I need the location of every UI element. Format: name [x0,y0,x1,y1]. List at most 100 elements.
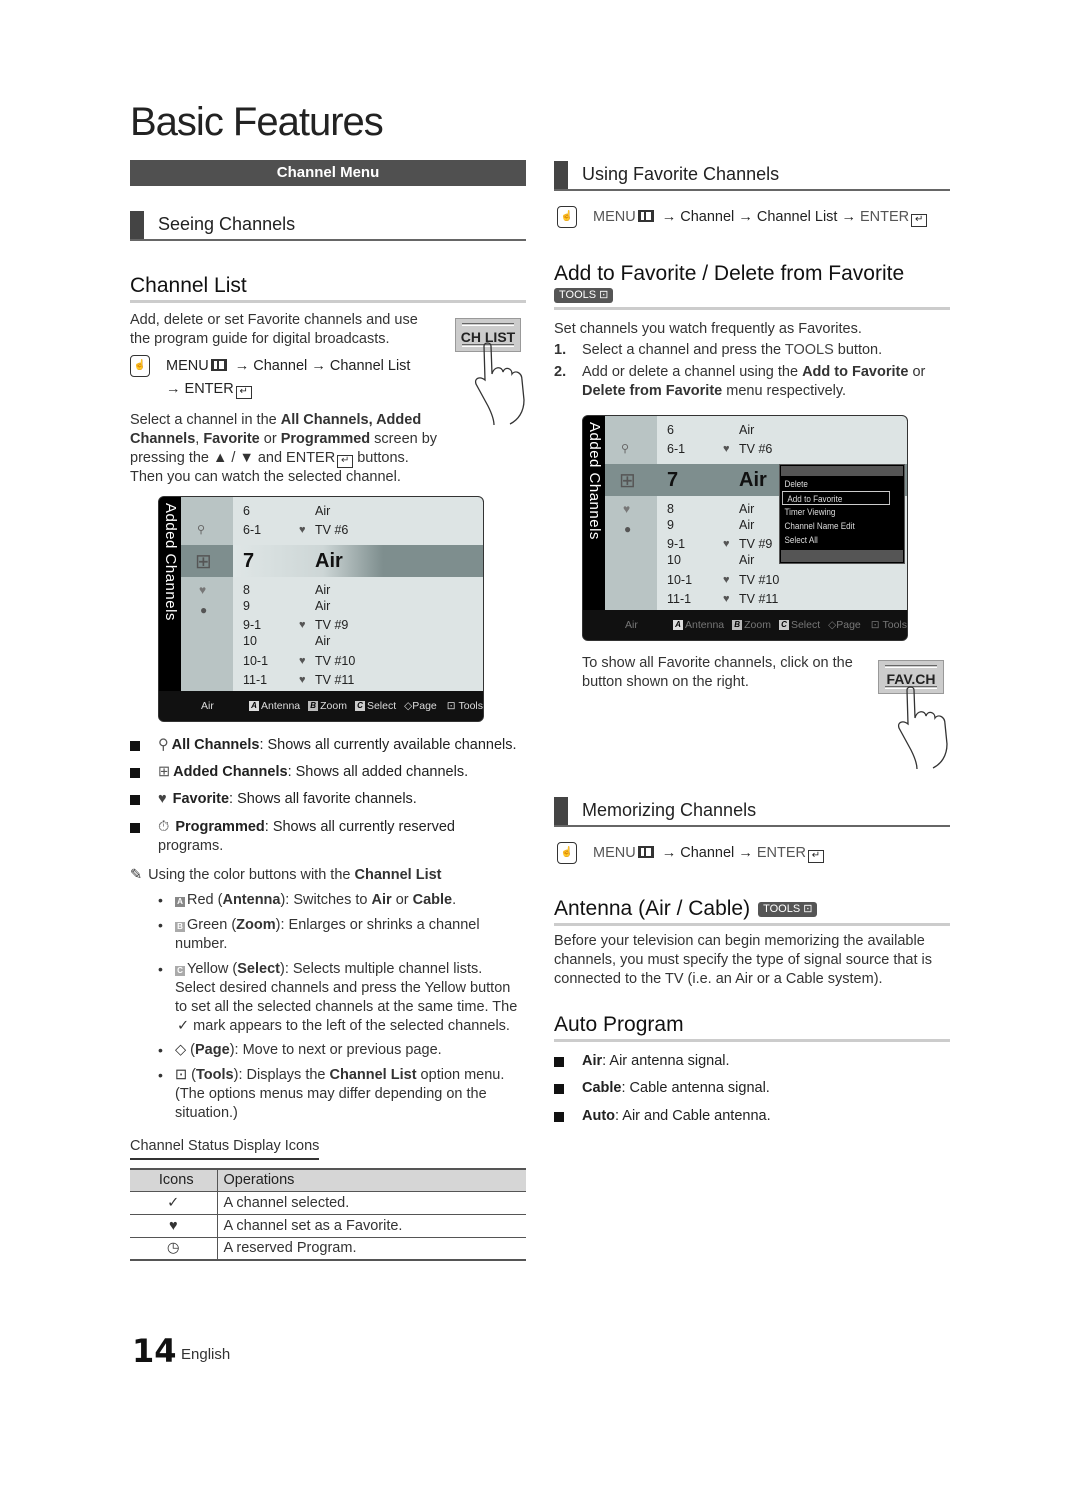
intro-line: Add, delete or set Favorite channels and… [130,312,418,328]
page-key[interactable]: ◇ Page [404,700,437,712]
section-using-favorite: Using Favorite Channels [554,159,950,191]
item-name: Air [582,1053,603,1069]
antenna-heading: Antenna (Air / Cable) [554,897,751,920]
all-channels-icon: ⚲ [197,524,206,536]
text: connected to the TV (i.e. an Air or a Ca… [554,971,883,987]
zoom-key[interactable]: B Zoom [308,700,347,712]
arrow: → [841,209,856,225]
channel-number: 6-1 [243,523,262,537]
text-bold: Channels [130,431,196,447]
antenna-key[interactable]: A Antenna [673,619,724,631]
checkmark-icon: ✓ [130,1191,218,1215]
favorite-heart-icon [299,582,315,598]
popup-menu-item[interactable]: Channel Name Edit [780,519,892,533]
text-bold: Tools [196,1067,234,1083]
favorite-heart-icon: ♥ [299,674,306,686]
favorite-heart-icon: ♥ [723,574,730,586]
popup-menu-item[interactable]: Select All [780,533,892,547]
select-key[interactable]: C Select [354,700,396,712]
menu-path-favorite: ☝ MENU → Channel → Channel List → ENTER ↵ [557,206,928,229]
channel-row[interactable]: 9 Air [243,598,330,614]
note-green: • B Green (Zoom): Enlarges or shrinks a ch… [158,916,530,954]
popup-menu-item[interactable]: Add to Favorite [782,491,890,505]
text: or [391,892,413,908]
item-desc: : Cable antenna signal. [621,1080,770,1096]
channel-row[interactable]: 10-1 ♥ TV #10 [243,653,355,669]
antenna-key[interactable]: A Antenna [249,700,300,712]
all-channels-icon: ⚲ [158,737,169,753]
stopwatch-icon: ⏱ [158,819,170,835]
favorite-heart-icon [723,422,739,438]
text: Select a channel and press the [582,342,785,358]
item-name: Favorite [172,791,230,807]
channel-row[interactable]: 10 Air [243,633,330,649]
antenna-mode: Air [625,619,638,631]
channel-number: 10 [243,634,257,648]
tv-selected-row[interactable]: 7 Air [243,547,343,575]
item-name: Auto [582,1108,616,1124]
channel-row[interactable]: 9-1 ♥ TV #9 [667,536,772,552]
menu-path-memorizing: ☝ MENU → Channel → ENTER ↵ [557,842,824,865]
tv-side-label: Added Channels [586,422,603,540]
tv-favorite-screen: Added Channels ⚲ ⊞ ♥ ● 6 Air 6-1 ♥ TV #6 8 Air… [582,415,908,641]
tv-side-panel: Added Channels [583,416,605,612]
text: button. [833,342,883,358]
tv-selected-row[interactable]: 7 Air [667,466,767,494]
tools-key[interactable]: ⊡ Tools [447,700,483,712]
channel-row[interactable]: 6-1 ♥ TV #6 [243,522,348,538]
popup-menu-item[interactable]: Timer Viewing [780,505,892,519]
text: TOOLS [784,342,834,358]
zoom-key[interactable]: B Zoom [732,619,771,631]
channel-name: TV #6 [739,442,773,456]
favorite-icon: ♥ [623,502,631,516]
item-name: All Channels [171,737,260,753]
text: option menu. [416,1067,505,1083]
text: to set all the selected channels at the … [175,999,518,1015]
menu-label: MENU [166,358,209,374]
text: To show all Favorite channels, click on … [582,655,853,671]
channel-row[interactable]: 11-1 ♥ TV #11 [667,591,778,607]
channel-name: Air [739,469,767,491]
item-desc: : Shows all currently reserved [264,819,455,835]
bullet-dot: • [158,917,163,933]
text: Select desired channels and press the Ye… [175,980,511,996]
text-bold: Air [371,892,392,908]
intro-line: the program guide for digital broadcasts… [130,331,390,347]
list-item: ⏱ Programmed: Shows all currently reserve… [130,818,530,837]
bullet-square [130,823,140,833]
tools-key[interactable]: ⊡ Tools [871,619,907,631]
channel-number: 6 [243,504,250,518]
select-key[interactable]: C Select [778,619,821,631]
operation-text: A channel set as a Favorite. [217,1214,526,1238]
arrow: → [661,845,677,861]
menu-label: MENU [593,845,636,861]
page-key[interactable]: ◇ Page [828,619,861,631]
channel-row[interactable]: 9 Air [667,517,754,533]
page-icon: ◇ [404,700,413,712]
channel-row[interactable]: 6 Air [667,422,754,438]
channel-row[interactable]: 8 Air [243,582,330,598]
channel-row[interactable]: 6-1 ♥ TV #6 [667,441,772,457]
list-item: Auto: Air and Cable antenna. [554,1107,771,1126]
channel-row[interactable]: 9-1 ♥ TV #9 [243,617,348,633]
channel-number: 11-1 [667,592,692,606]
item-desc: : Air antenna signal. [602,1053,730,1069]
popup-menu-item[interactable]: Delete [780,477,892,491]
text-bold: Zoom [236,917,276,933]
channel-row[interactable]: 11-1 ♥ TV #11 [243,672,354,688]
text: ): Displays the [233,1067,330,1083]
key-c-icon: C [354,701,365,711]
select-label: Select [790,619,821,631]
tools-icon: ⊡ [803,902,813,915]
channel-number: 11-1 [243,673,268,687]
table-row: ♥ A channel set as a Favorite. [130,1214,526,1238]
key-c-icon: C [175,966,185,976]
pencil-note-icon: ✎ [130,867,143,883]
bullet-dot: • [158,961,163,977]
channel-row[interactable]: 8 Air [667,501,754,517]
channel-row[interactable]: 6 Air [243,503,330,519]
channel-row[interactable]: 10 Air [667,552,754,568]
channel-list-heading: Channel List [130,274,526,303]
tools-badge: TOOLS ⊡ [554,288,614,303]
channel-row[interactable]: 10-1 ♥ TV #10 [667,572,779,588]
